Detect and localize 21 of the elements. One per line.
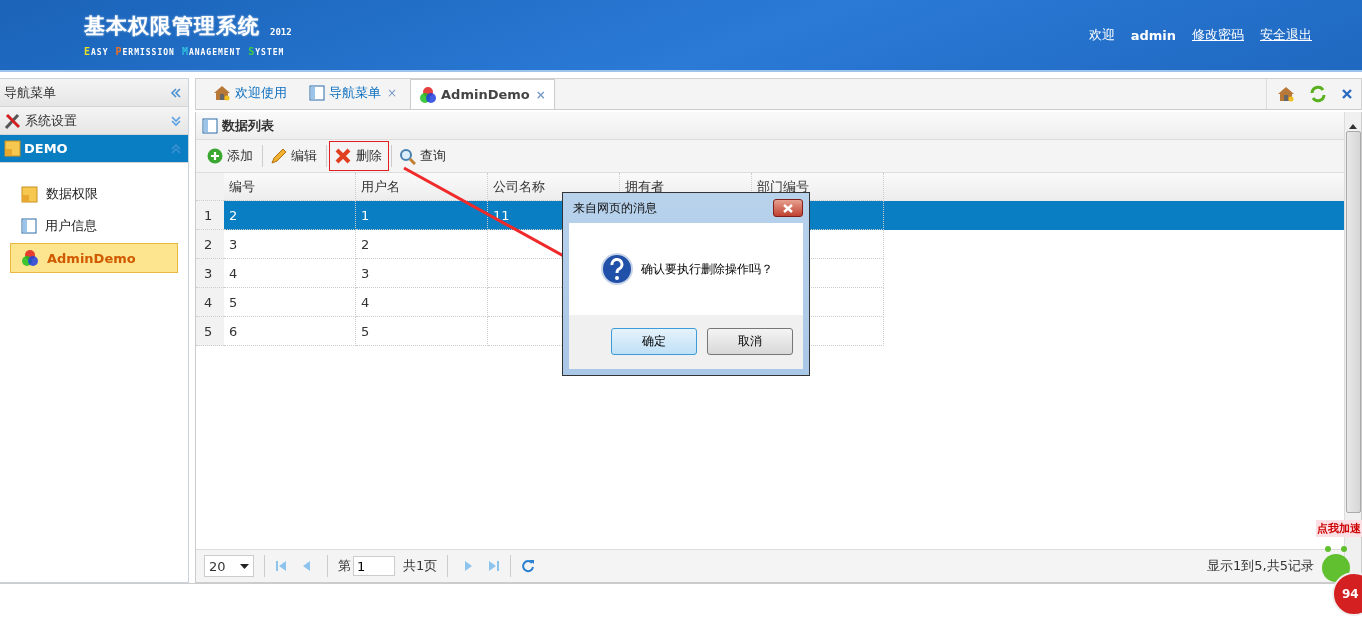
user-name: admin: [1130, 27, 1176, 43]
row-number: 4: [196, 288, 224, 317]
table-cell: 6: [224, 317, 356, 346]
sidebar-title: 导航菜单: [4, 83, 56, 102]
row-number: 3: [196, 259, 224, 288]
subtitle-word: EASY: [84, 46, 109, 57]
app-title: 基本权限管理系统: [84, 13, 260, 40]
welcome-text: 欢迎: [1088, 27, 1115, 42]
panel-title: 数据列表: [222, 116, 274, 135]
app-year: 2012: [270, 27, 292, 39]
subtitle-word: MANAGEMENT: [181, 46, 242, 57]
page-label: 第: [338, 557, 351, 575]
dialog-message: 确认要执行删除操作吗？: [641, 260, 773, 278]
subtitle-word: PERMISSION: [115, 46, 175, 57]
page-total: 共1页: [403, 557, 438, 575]
table-cell: 5: [356, 317, 488, 346]
record-summary: 显示1到5,共5记录: [1207, 557, 1314, 575]
row-number: 5: [196, 317, 224, 346]
subtitle-word: SYSTEM: [248, 46, 285, 57]
row-number: 2: [196, 230, 224, 259]
row-number: 1: [196, 201, 224, 230]
